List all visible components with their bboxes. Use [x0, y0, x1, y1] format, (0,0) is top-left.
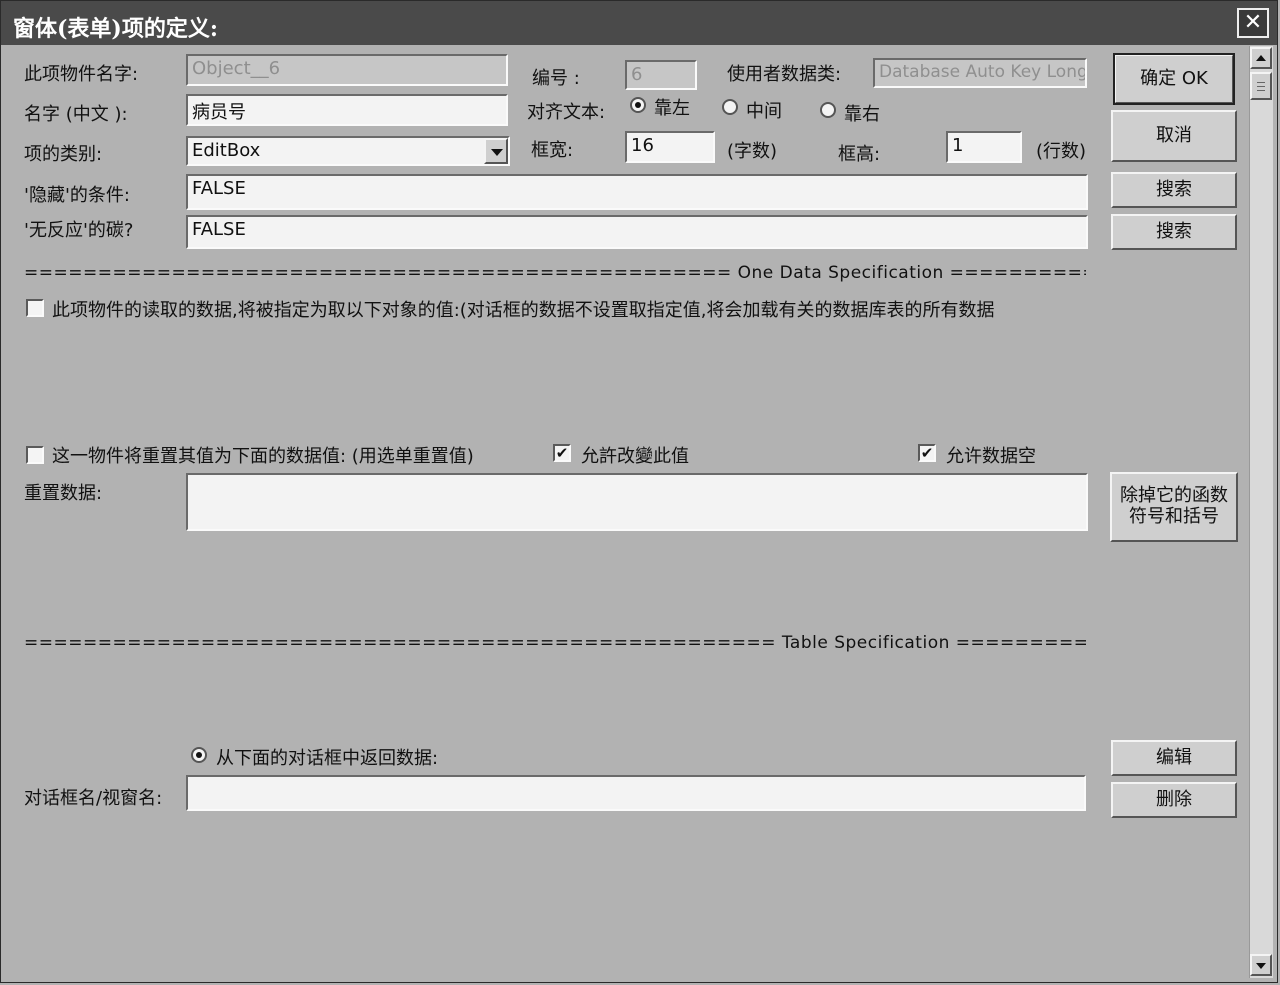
reset-checkbox-label: 这一物件将重置其值为下面的数据值: (用选单重置值) [52, 446, 474, 467]
item-type-label: 项的类别: [24, 144, 103, 165]
grip-line [1257, 86, 1265, 87]
number-label: 编号 : [532, 68, 580, 89]
scroll-down-icon[interactable] [1250, 954, 1272, 976]
check-mark-icon: ✔ [555, 444, 569, 462]
reset-data-label: 重置数据: [24, 483, 103, 504]
align-left-radio[interactable] [630, 97, 646, 113]
align-center-radio[interactable] [722, 99, 738, 115]
no-response-label: '无反应'的碳? [24, 220, 134, 241]
scrollbar-thumb[interactable] [1250, 72, 1272, 100]
box-height-field[interactable]: 1 [946, 131, 1022, 163]
grip-line [1257, 82, 1265, 83]
read-data-checkbox[interactable] [26, 299, 44, 317]
cancel-button[interactable]: 取消 [1111, 110, 1237, 162]
hide-condition-field[interactable]: FALSE [186, 174, 1088, 210]
no-response-field[interactable]: FALSE [186, 215, 1088, 249]
return-data-radio[interactable] [191, 747, 207, 763]
allow-change-label: 允許改變此值 [581, 446, 689, 467]
search-button-hide[interactable]: 搜索 [1111, 172, 1237, 208]
grip-line [1257, 90, 1265, 91]
chevron-down-icon[interactable] [484, 138, 508, 164]
vertical-scrollbar[interactable] [1249, 46, 1273, 978]
one-data-separator: ========================================… [24, 263, 1086, 283]
reset-data-field[interactable] [186, 473, 1088, 531]
delete-button[interactable]: 删除 [1111, 782, 1237, 818]
close-button[interactable]: ✕ [1237, 8, 1269, 38]
box-height-unit: (行数) [1036, 141, 1087, 162]
user-data-class-label: 使用者数据类: [727, 64, 842, 85]
window-title: 窗体(表单)项的定义: [13, 16, 218, 42]
user-data-class-field[interactable]: Database Auto Key Long [873, 58, 1087, 88]
table-separator: ========================================… [24, 633, 1086, 653]
reset-checkbox[interactable] [26, 446, 44, 464]
box-width-label: 框宽: [531, 140, 574, 161]
allow-empty-label: 允许数据空 [946, 446, 1036, 467]
align-right-radio[interactable] [820, 102, 836, 118]
object-name-label: 此项物件名字: [24, 64, 139, 85]
box-height-label: 框高: [838, 144, 881, 165]
box-width-unit: (字数) [727, 141, 778, 162]
dialog-name-label: 对话框名/视窗名: [24, 788, 163, 809]
box-width-field[interactable]: 16 [625, 131, 715, 163]
chinese-name-label: 名字 (中文 ): [24, 104, 128, 125]
hide-condition-label: '隐藏'的条件: [24, 185, 130, 206]
number-field[interactable]: 6 [625, 60, 697, 90]
allow-empty-checkbox[interactable]: ✔ [918, 444, 936, 462]
align-center-label: 中间 [746, 101, 782, 122]
align-label: 对齐文本: [527, 102, 606, 123]
align-right-label: 靠右 [844, 104, 880, 125]
dialog-name-field[interactable] [186, 775, 1086, 811]
ok-button[interactable]: 确定 OK [1113, 53, 1235, 105]
check-mark-icon: ✔ [920, 444, 934, 462]
allow-change-checkbox[interactable]: ✔ [553, 444, 571, 462]
remove-function-button[interactable]: 除掉它的函数 符号和括号 [1110, 472, 1238, 542]
edit-button[interactable]: 编辑 [1111, 740, 1237, 776]
object-name-field[interactable]: Object__6 [186, 54, 508, 86]
title-bar: 窗体(表单)项的定义: [1, 1, 1277, 45]
scroll-up-icon[interactable] [1250, 47, 1272, 69]
item-type-select[interactable]: EditBox [186, 136, 510, 166]
read-data-checkbox-label: 此项物件的读取的数据,将被指定为取以下对象的值:(对话框的数据不设置取指定值,将… [52, 300, 995, 321]
return-data-label: 从下面的对话框中返回数据: [216, 748, 439, 769]
chinese-name-field[interactable]: 病员号 [186, 94, 508, 126]
search-button-no-response[interactable]: 搜索 [1111, 214, 1237, 250]
align-left-label: 靠左 [654, 98, 690, 119]
